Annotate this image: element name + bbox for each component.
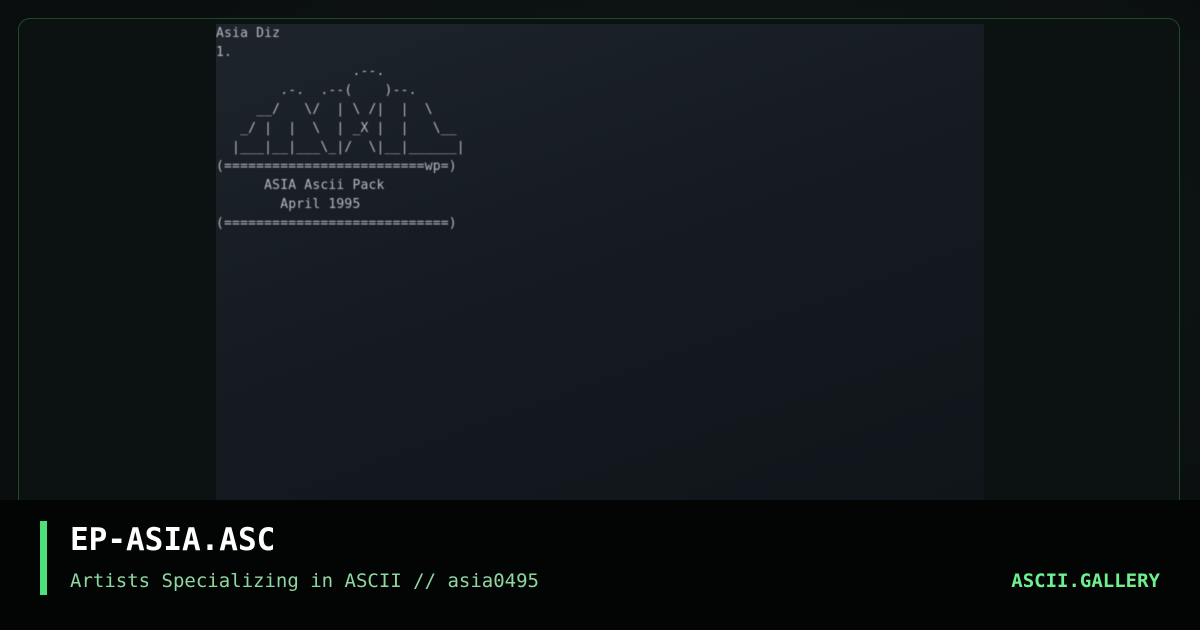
artwork-preview: Asia Diz 1. .--. .-. .--( )--. __/ \/ | … xyxy=(216,24,984,500)
footer-bar: EP-ASIA.ASC Artists Specializing in ASCI… xyxy=(0,500,1200,630)
share-card: Asia Diz 1. .--. .-. .--( )--. __/ \/ | … xyxy=(0,0,1200,630)
artwork-subtitle: Artists Specializing in ASCII // asia049… xyxy=(70,570,539,592)
artwork-title: EP-ASIA.ASC xyxy=(70,522,276,558)
ascii-art-text: Asia Diz 1. .--. .-. .--( )--. __/ \/ | … xyxy=(216,26,465,231)
site-brand[interactable]: ASCII.GALLERY xyxy=(1011,568,1160,594)
accent-bar xyxy=(40,521,47,595)
